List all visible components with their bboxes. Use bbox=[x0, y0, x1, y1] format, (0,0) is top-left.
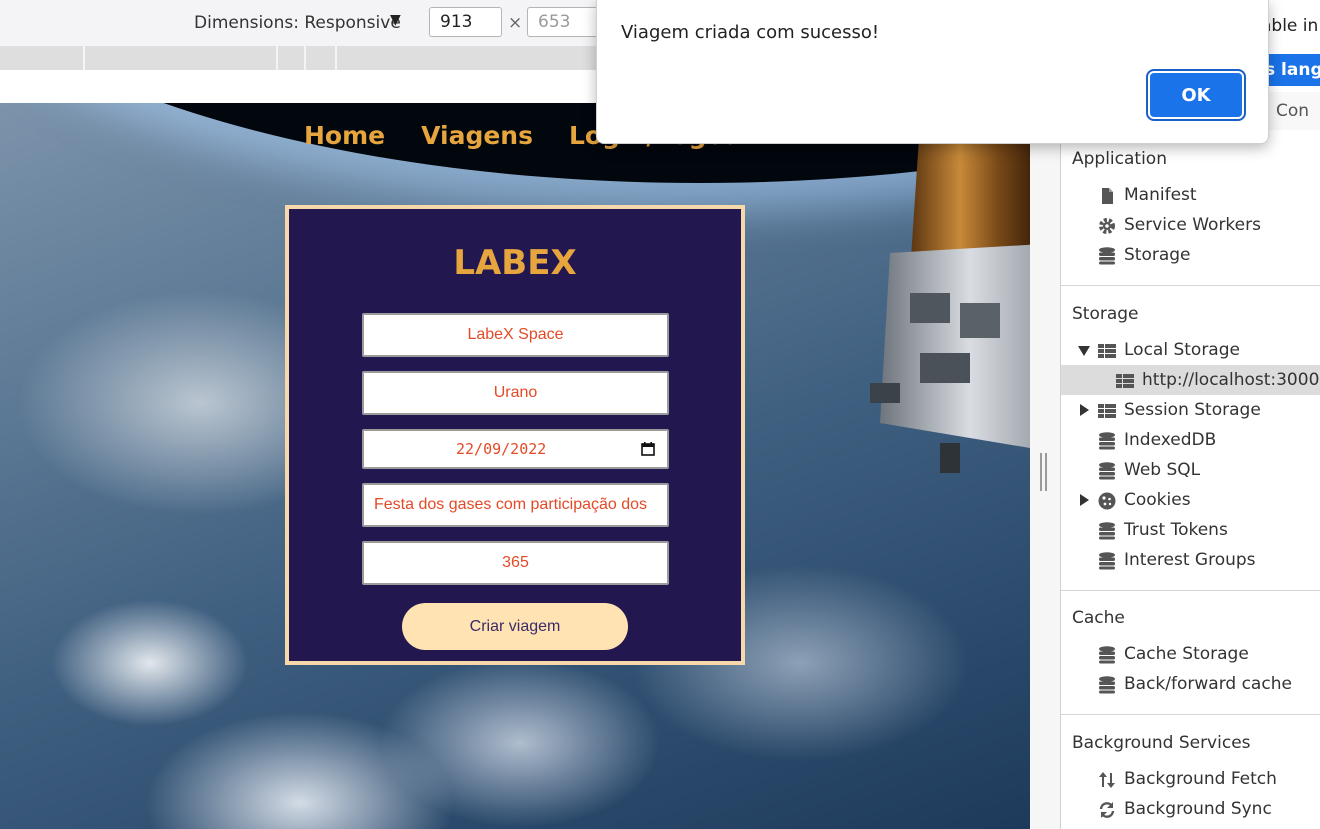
document-icon bbox=[1102, 188, 1113, 204]
database-icon bbox=[1099, 522, 1115, 540]
sidebar-item-label: Local Storage bbox=[1124, 340, 1240, 360]
alert-message: Viagem criada com sucesso! bbox=[621, 22, 880, 43]
sidebar-item-session-storage[interactable]: Session Storage bbox=[1061, 395, 1320, 425]
tab-console[interactable]: Con bbox=[1267, 92, 1320, 130]
sidebar-item-label: Session Storage bbox=[1124, 400, 1261, 420]
duration-input[interactable]: 365 bbox=[362, 541, 669, 585]
section-background-services-title: Background Services bbox=[1072, 733, 1251, 753]
sidebar-item-label: Web SQL bbox=[1124, 460, 1201, 480]
description-input[interactable]: Festa dos gases com participação dos bbox=[362, 483, 669, 527]
section-application-title: Application bbox=[1072, 149, 1167, 169]
date-value: 22/09/2022 bbox=[456, 440, 547, 458]
sidebar-item-label: http://localhost:3000 bbox=[1142, 370, 1320, 390]
sidebar-item-label: Background Fetch bbox=[1124, 769, 1277, 789]
sync-icon bbox=[1099, 802, 1115, 818]
database-icon bbox=[1099, 432, 1115, 450]
dimensions-dropdown[interactable]: Dimensions: Responsive bbox=[194, 13, 401, 33]
database-icon bbox=[1099, 552, 1115, 570]
divider bbox=[1061, 590, 1320, 591]
section-cache-title: Cache bbox=[1072, 608, 1125, 628]
database-icon bbox=[1099, 247, 1115, 265]
divider bbox=[1061, 285, 1320, 286]
sidebar-item-manifest[interactable]: Manifest bbox=[1061, 180, 1320, 210]
sidebar-item-label: Storage bbox=[1124, 245, 1191, 265]
calendar-icon[interactable] bbox=[641, 442, 655, 456]
date-input[interactable]: 22/09/2022 bbox=[362, 429, 669, 469]
sidebar-item-label: Cookies bbox=[1124, 490, 1191, 510]
sidebar-item-label: Manifest bbox=[1124, 185, 1197, 205]
sidebar-item-background-sync[interactable]: Background Sync bbox=[1061, 794, 1320, 824]
sidebar-item-back-forward-cache[interactable]: Back/forward cache bbox=[1061, 669, 1320, 699]
nav-home-link[interactable]: Home bbox=[304, 121, 385, 150]
height-input[interactable]: 653 bbox=[527, 7, 602, 37]
drag-handle-icon[interactable] bbox=[1040, 453, 1047, 491]
satellite-image bbox=[870, 123, 1030, 473]
planet-select[interactable]: Urano bbox=[362, 371, 669, 415]
sidebar-item-label: Trust Tokens bbox=[1124, 520, 1228, 540]
devtools-partial-text: able in bbox=[1261, 16, 1319, 36]
sidebar-item-label: Back/forward cache bbox=[1124, 674, 1292, 694]
media-query-divider bbox=[276, 46, 278, 70]
sidebar-item-localhost[interactable]: http://localhost:3000 bbox=[1061, 365, 1320, 395]
sidebar-item-cache-storage[interactable]: Cache Storage bbox=[1061, 639, 1320, 669]
expand-arrow-icon[interactable] bbox=[1080, 494, 1089, 506]
page-title: LABEX bbox=[453, 243, 577, 283]
sidebar-item-label: Cache Storage bbox=[1124, 644, 1249, 664]
cookie-icon bbox=[1098, 492, 1116, 510]
grid-icon bbox=[1098, 344, 1116, 358]
grid-icon bbox=[1116, 374, 1134, 388]
up-down-arrows-icon bbox=[1099, 772, 1115, 788]
media-query-divider bbox=[83, 46, 85, 70]
alert-dialog: Viagem criada com sucesso! OK bbox=[596, 0, 1269, 144]
media-query-divider bbox=[335, 46, 337, 70]
expand-arrow-icon[interactable] bbox=[1080, 404, 1089, 416]
sidebar-item-local-storage[interactable]: Local Storage bbox=[1061, 335, 1320, 365]
section-storage-title: Storage bbox=[1072, 304, 1139, 324]
gear-icon bbox=[1099, 218, 1115, 234]
width-input[interactable]: 913 bbox=[429, 7, 502, 37]
times-symbol: × bbox=[508, 13, 523, 33]
devtools-language-banner[interactable]: s langu bbox=[1261, 54, 1320, 86]
sidebar-item-interest-groups[interactable]: Interest Groups bbox=[1061, 545, 1320, 575]
divider bbox=[1061, 714, 1320, 715]
page-viewport: Home Viagens Login/Logout LABEX LabeX Sp… bbox=[0, 103, 1030, 829]
sidebar-item-service-workers[interactable]: Service Workers bbox=[1061, 210, 1320, 240]
nav-viagens-link[interactable]: Viagens bbox=[421, 121, 533, 150]
trip-name-input[interactable]: LabeX Space bbox=[362, 313, 669, 357]
expand-arrow-icon[interactable] bbox=[1078, 346, 1090, 356]
sidebar-item-indexeddb[interactable]: IndexedDB bbox=[1061, 425, 1320, 455]
sidebar-item-label: Service Workers bbox=[1124, 215, 1261, 235]
sidebar-item-storage[interactable]: Storage bbox=[1061, 240, 1320, 270]
sidebar-item-label: Interest Groups bbox=[1124, 550, 1256, 570]
grid-icon bbox=[1098, 404, 1116, 418]
sidebar-item-background-fetch[interactable]: Background Fetch bbox=[1061, 764, 1320, 794]
ok-button[interactable]: OK bbox=[1146, 69, 1246, 121]
devtools-splitter[interactable] bbox=[1030, 103, 1061, 829]
sidebar-item-label: IndexedDB bbox=[1124, 430, 1217, 450]
sidebar-item-trust-tokens[interactable]: Trust Tokens bbox=[1061, 515, 1320, 545]
chevron-down-icon[interactable]: ▼ bbox=[390, 12, 401, 28]
media-query-divider bbox=[304, 46, 306, 70]
database-icon bbox=[1099, 676, 1115, 694]
create-trip-card: LABEX LabeX Space Urano 22/09/2022 Festa… bbox=[285, 205, 745, 665]
sidebar-item-label: Background Sync bbox=[1124, 799, 1272, 819]
database-icon bbox=[1099, 646, 1115, 664]
sidebar-item-web-sql[interactable]: Web SQL bbox=[1061, 455, 1320, 485]
database-icon bbox=[1099, 462, 1115, 480]
create-trip-button[interactable]: Criar viagem bbox=[402, 603, 628, 650]
sidebar-item-cookies[interactable]: Cookies bbox=[1061, 485, 1320, 515]
